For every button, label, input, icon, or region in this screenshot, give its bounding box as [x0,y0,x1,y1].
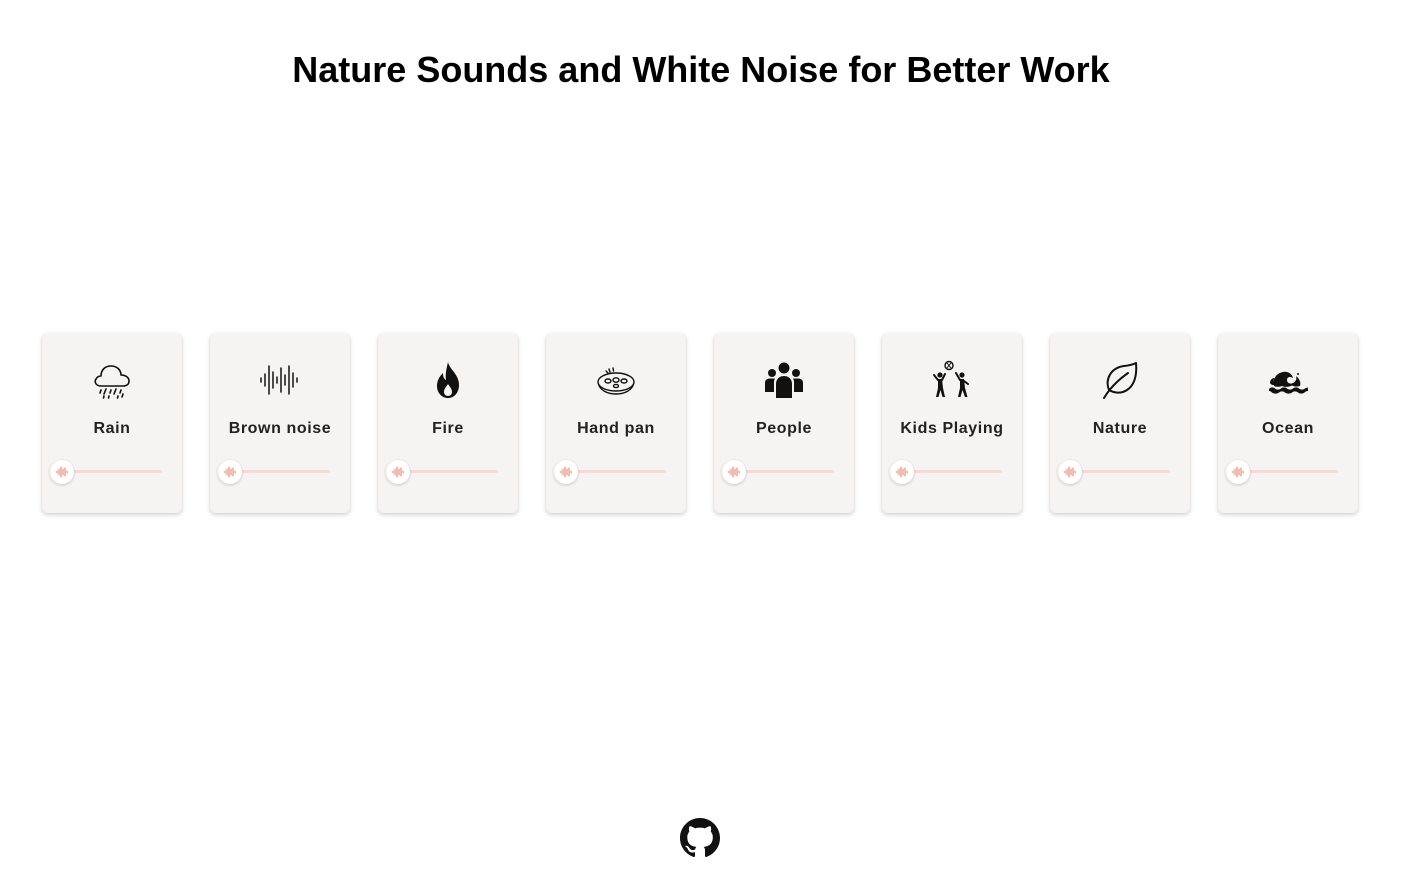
github-icon [680,818,720,858]
fire-icon [428,360,468,400]
volume-slider-hand-pan[interactable] [554,460,668,484]
leaf-icon [1100,360,1140,400]
volume-slider-brown-noise[interactable] [218,460,332,484]
slider-thumb[interactable] [218,460,242,484]
sound-wave-icon [1232,466,1244,478]
sound-wave-icon [896,466,908,478]
volume-slider-fire[interactable] [386,460,500,484]
sound-wave-icon [560,466,572,478]
volume-slider-kids-playing[interactable] [890,460,1004,484]
sound-card-ocean[interactable]: Ocean [1218,333,1358,513]
sound-label: Nature [1092,420,1148,437]
slider-thumb[interactable] [50,460,74,484]
sound-label: Kids Playing [900,420,1004,437]
volume-slider-nature[interactable] [1058,460,1172,484]
slider-thumb[interactable] [1226,460,1250,484]
slider-thumb[interactable] [386,460,410,484]
slider-thumb[interactable] [554,460,578,484]
slider-track [1238,470,1338,473]
sound-cards: Rain Brown noise Fire Hand pan People Ki… [42,333,1358,513]
sound-wave-icon [56,466,68,478]
slider-track [62,470,162,473]
volume-slider-people[interactable] [722,460,836,484]
sound-label: Brown noise [228,420,332,437]
wave-icon [1268,360,1308,400]
sound-label: Ocean [1262,420,1314,437]
hand-pan-icon [596,360,636,400]
sound-card-nature[interactable]: Nature [1050,333,1190,513]
page-title: Nature Sounds and White Noise for Better… [292,49,1110,90]
slider-track [230,470,330,473]
slider-track [566,470,666,473]
sound-wave-icon [1064,466,1076,478]
sound-card-brown-noise[interactable]: Brown noise [210,333,350,513]
slider-track [734,470,834,473]
sound-label: Rain [93,420,131,437]
slider-thumb[interactable] [1058,460,1082,484]
cloud-rain-icon [92,360,132,400]
sound-card-fire[interactable]: Fire [378,333,518,513]
people-group-icon [764,360,804,400]
github-link[interactable] [680,818,720,858]
sound-label: Fire [432,420,464,437]
slider-thumb[interactable] [722,460,746,484]
waveform-icon [260,360,300,400]
sound-label: Hand pan [577,420,655,437]
kids-playing-icon [932,360,972,400]
sound-card-rain[interactable]: Rain [42,333,182,513]
sound-card-hand-pan[interactable]: Hand pan [546,333,686,513]
sound-label: People [755,420,813,437]
volume-slider-rain[interactable] [50,460,164,484]
sound-card-people[interactable]: People [714,333,854,513]
slider-track [398,470,498,473]
slider-track [902,470,1002,473]
sound-wave-icon [224,466,236,478]
page: Nature Sounds and White Noise for Better… [0,0,1402,877]
sound-card-kids-playing[interactable]: Kids Playing [882,333,1022,513]
slider-thumb[interactable] [890,460,914,484]
slider-track [1070,470,1170,473]
sound-wave-icon [728,466,740,478]
volume-slider-ocean[interactable] [1226,460,1340,484]
sound-wave-icon [392,466,404,478]
